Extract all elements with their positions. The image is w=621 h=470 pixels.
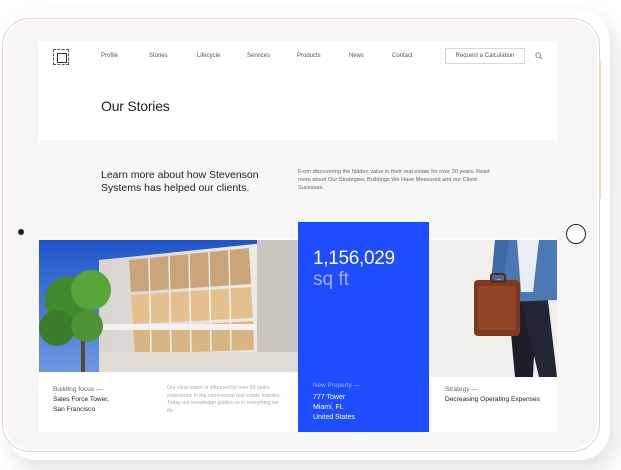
new-property-card[interactable]: 1,156,029 sq ft New Property — 777 Tower… <box>298 222 429 432</box>
camera-icon <box>18 229 24 235</box>
website-screen: Profile Stories Lifecycle Services Produ… <box>39 42 557 432</box>
intro-paragraph: From discovering the hidden value in the… <box>298 169 490 191</box>
nav-item-news[interactable]: News <box>349 53 364 59</box>
nav-item-products[interactable]: Products <box>297 53 321 59</box>
top-nav: Profile Stories Lifecycle Services Produ… <box>39 42 557 72</box>
building-focus-caption: Building focus — Sales Force Tower, San … <box>53 385 109 415</box>
request-calculation-button[interactable]: Request a Calculation <box>445 48 525 64</box>
strategy-label: Strategy — <box>445 386 478 393</box>
building-description: Our clear vision is informed by over 50 … <box>167 385 281 414</box>
building-focus-line-2: San Francisco <box>53 406 96 413</box>
businessman-photo <box>429 240 557 377</box>
lead-text: Learn more about how Stevenson Systems h… <box>101 169 259 194</box>
nav-item-stories[interactable]: Stories <box>149 53 168 59</box>
nav-item-contact[interactable]: Contact <box>392 53 413 59</box>
new-property-address: 777 Tower Miami, FL United States <box>313 394 356 421</box>
building-photo <box>39 240 299 372</box>
stat-number: 1,156,029 <box>313 248 395 269</box>
nav-item-profile[interactable]: Profile <box>101 53 118 59</box>
search-icon[interactable] <box>535 52 543 60</box>
logo-icon[interactable] <box>53 49 69 65</box>
building-focus-label: Building focus — <box>53 386 103 393</box>
stat-unit: sq ft <box>313 269 349 290</box>
strategy-caption: Strategy — Decreasing Operating Expenses <box>445 385 540 405</box>
building-focus-line-1: Sales Force Tower, <box>53 396 109 403</box>
ipad-side-edge <box>599 59 601 199</box>
nav-item-lifecycle[interactable]: Lifecycle <box>197 53 220 59</box>
page-title: Our Stories <box>101 98 170 114</box>
strategy-value: Decreasing Operating Expenses <box>445 396 540 403</box>
home-button[interactable] <box>566 224 586 244</box>
nav-item-services[interactable]: Services <box>247 53 270 59</box>
new-property-label: New Property — <box>313 382 360 389</box>
